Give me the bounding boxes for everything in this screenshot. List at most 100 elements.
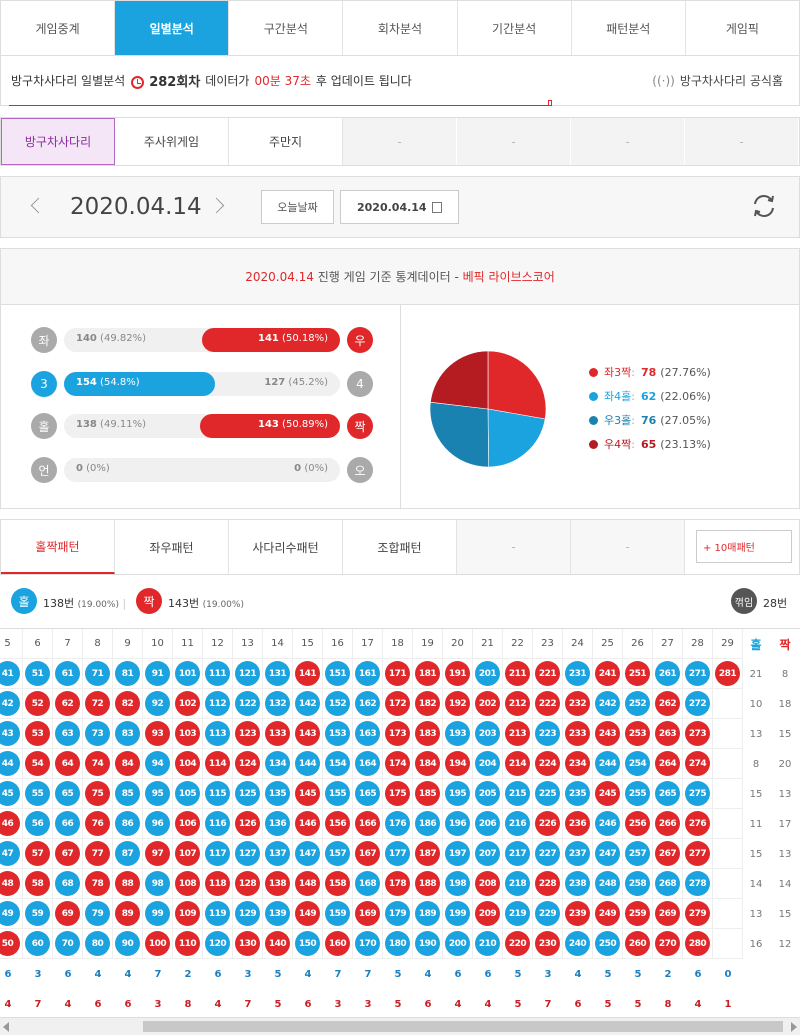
column-header: 15 xyxy=(293,629,323,659)
grid-cell: 279 xyxy=(683,899,713,929)
grid-cell xyxy=(713,839,743,869)
grid-cell: 244 xyxy=(593,749,623,779)
today-button[interactable]: 오늘날짜 xyxy=(261,190,334,224)
odd-ball: 201 xyxy=(475,661,500,686)
pattern-tab-0[interactable]: 홀짝패턴 xyxy=(1,520,115,574)
even-ball: 211 xyxy=(505,661,530,686)
left-value: 0 (0%) xyxy=(76,463,110,474)
even-total: 1 xyxy=(724,998,732,1010)
next-date-icon[interactable] xyxy=(208,197,225,214)
odd-ball: 42 xyxy=(0,691,20,716)
even-ball: 74 xyxy=(85,751,110,776)
ten-pattern-button[interactable]: + 10매패턴 xyxy=(696,530,792,563)
grid-cell: 148 xyxy=(293,869,323,899)
odd-ball: 63 xyxy=(55,721,80,746)
grid-cell: 268 xyxy=(653,869,683,899)
pie-legend: 좌3짝 :78 (27.76%) 좌4홀 :62 (22.06%) 우3홀 :76 (27… xyxy=(589,360,711,456)
refresh-icon[interactable] xyxy=(751,193,777,219)
grid-cell: 50 xyxy=(0,929,23,959)
nav-tab-2[interactable]: 구간분석 xyxy=(229,1,344,55)
nav-tab-0[interactable]: 게임중계 xyxy=(1,1,116,55)
grid-cell: 206 xyxy=(473,809,503,839)
even-ball: 69 xyxy=(55,901,80,926)
even-ball: 182 xyxy=(415,691,440,716)
even-ball: 208 xyxy=(475,871,500,896)
game-tab-label: - xyxy=(739,134,744,149)
odd-ball: 248 xyxy=(595,871,620,896)
nav-tab-5[interactable]: 패턴분석 xyxy=(572,1,686,55)
scroll-right-icon[interactable] xyxy=(791,1022,797,1032)
odd-total: 5 xyxy=(274,968,282,980)
scroll-thumb[interactable] xyxy=(143,1021,783,1032)
grid-cell: 130 xyxy=(233,929,263,959)
even-total: 7 xyxy=(544,998,552,1010)
nav-tab-1[interactable]: 일별분석 xyxy=(115,1,230,55)
grid-cell: 89 xyxy=(113,899,143,929)
horizontal-scrollbar[interactable] xyxy=(0,1017,800,1035)
odd-ball: 218 xyxy=(505,871,530,896)
odd-header: 홀 xyxy=(750,637,762,652)
odd-ball: 41 xyxy=(0,661,20,686)
grid-cell: 153 xyxy=(323,719,353,749)
even-ball: 183 xyxy=(415,721,440,746)
even-ball: 228 xyxy=(535,871,560,896)
grid-cell: 102 xyxy=(173,689,203,719)
grid-cell: 246 xyxy=(593,809,623,839)
even-ball: 143 xyxy=(295,721,320,746)
even-header: 짝 xyxy=(779,637,791,652)
even-ball: 146 xyxy=(295,811,320,836)
grid-cell: 257 xyxy=(623,839,653,869)
grid-cell: 125 xyxy=(233,779,263,809)
even-ball: 184 xyxy=(415,751,440,776)
scroll-left-icon[interactable] xyxy=(3,1022,9,1032)
game-tab-2[interactable]: 주만지 xyxy=(229,118,343,165)
even-ball: 126 xyxy=(235,811,260,836)
even-ball: 213 xyxy=(505,721,530,746)
grid-cell: 149 xyxy=(293,899,323,929)
odd-ball: 252 xyxy=(625,691,650,716)
pattern-tab-2[interactable]: 사다리수패턴 xyxy=(229,520,343,574)
nav-tab-label: 회차분석 xyxy=(377,21,423,36)
odd-ball: 51 xyxy=(25,661,50,686)
nav-tab-6[interactable]: 게임픽 xyxy=(686,1,799,55)
grid-cell: 247 xyxy=(593,839,623,869)
even-ball: 251 xyxy=(625,661,650,686)
odd-total: 5 xyxy=(514,968,522,980)
odd-total: 5 xyxy=(604,968,612,980)
odd-ball: 265 xyxy=(655,781,680,806)
pattern-tab-3[interactable]: 조합패턴 xyxy=(343,520,457,574)
pattern-tab-1[interactable]: 좌우패턴 xyxy=(115,520,229,574)
even-ball: 123 xyxy=(235,721,260,746)
odd-total: 7 xyxy=(334,968,342,980)
even-total: 6 xyxy=(424,998,432,1010)
odd-ball: 121 xyxy=(235,661,260,686)
even-ball: 114 xyxy=(205,751,230,776)
ratio-track: 154 (54.8%) 127 (45.2%) xyxy=(64,372,340,396)
even-ball: 191 xyxy=(445,661,470,686)
odd-ball: 207 xyxy=(475,841,500,866)
grid-cell xyxy=(713,869,743,899)
round-number: 282회차 xyxy=(149,75,201,90)
date-input[interactable]: 2020.04.14 xyxy=(340,190,459,224)
nav-tab-3[interactable]: 회차분석 xyxy=(343,1,458,55)
odd-ball: 180 xyxy=(385,931,410,956)
grid-cell: 234 xyxy=(563,749,593,779)
game-tab-1[interactable]: 주사위게임 xyxy=(115,118,229,165)
nav-tab-4[interactable]: 기간분석 xyxy=(458,1,572,55)
grid-cell: 179 xyxy=(383,899,413,929)
date-bar: 2020.04.14 오늘날짜 2020.04.14 xyxy=(0,176,800,238)
row-even-count: 15 xyxy=(778,728,792,740)
odd-ball: 206 xyxy=(475,811,500,836)
game-tab-0[interactable]: 방구차사다리 xyxy=(1,118,115,165)
ratio-track: 140 (49.82%) 141 (50.18%) xyxy=(64,328,340,352)
even-ball: 277 xyxy=(685,841,710,866)
even-ball: 104 xyxy=(175,751,200,776)
even-ball: 280 xyxy=(685,931,710,956)
grid-cell: 249 xyxy=(593,899,623,929)
grid-cell: 62 xyxy=(53,689,83,719)
right-count: 141 xyxy=(258,333,279,344)
official-site-link[interactable]: ((·)) 방구차사다리 공식홈 xyxy=(652,72,783,89)
grid-cell: 155 xyxy=(323,779,353,809)
prev-date-icon[interactable] xyxy=(30,197,47,214)
grid-cell: 171 xyxy=(383,659,413,689)
